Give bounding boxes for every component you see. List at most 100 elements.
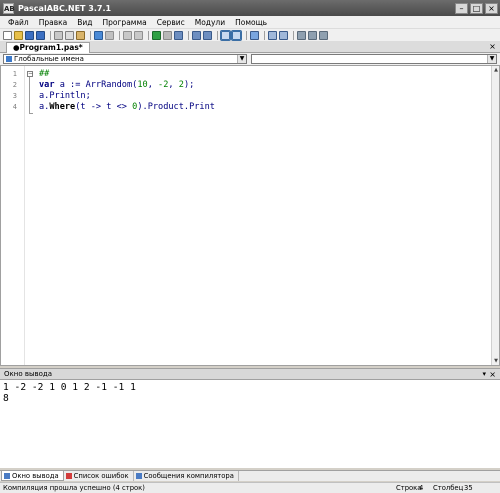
status-message: Компиляция прошла успешно (4 строк) [3,484,145,492]
format-icon[interactable] [250,30,259,40]
compiler-messages-icon [135,473,142,479]
chevron-down-icon[interactable]: ▼ [237,55,246,63]
output-window-icon [4,472,10,479]
menu-bar: Файл Правка Вид Программа Сервис Модули … [0,16,500,29]
minimize-button[interactable]: – [455,2,468,14]
row-label: Строка [396,484,422,492]
close-window-button[interactable]: × [485,2,498,14]
line-number: 4 [12,103,17,111]
menu-view[interactable]: Вид [72,16,97,29]
toolbar-separator [188,30,189,40]
step-into-icon[interactable] [203,30,212,40]
member-select[interactable]: ▼ [251,54,497,64]
code-line: ## [39,69,49,80]
tab-label: Сообщения компилятора [143,472,234,480]
tab-label: Список ошибок [73,472,129,480]
output-line: 8 [3,393,9,404]
options-icon[interactable] [297,30,306,40]
code-token: a. [39,102,50,112]
toolbar-separator [119,30,120,40]
editor-scrollbar[interactable]: ▲ ▼ [491,66,499,365]
toolbar [0,29,500,41]
app-logo-icon: AB [3,2,15,14]
form-designer-icon[interactable] [268,30,277,40]
error-list-icon [65,473,72,479]
maximize-button[interactable]: □ [470,2,483,14]
code-token: a.Println; [39,91,91,101]
toolbar-separator [217,30,218,40]
menu-help[interactable]: Помощь [230,16,272,29]
step-over-icon[interactable] [192,30,201,40]
open-folder-icon[interactable] [14,30,23,40]
output-panel-icon[interactable] [231,29,242,41]
code-template-icon[interactable] [279,30,288,40]
tab-compiler-messages[interactable]: Сообщения компилятора [134,471,239,481]
menu-tools[interactable]: Сервис [152,16,190,29]
scroll-down-icon[interactable]: ▼ [492,357,500,365]
code-token: var [39,80,55,90]
tab-program1[interactable]: ●Program1.pas* [6,42,90,53]
code-token: ); [183,80,195,90]
compile-icon[interactable] [174,30,183,40]
output-text-area[interactable]: 1 -2 -2 1 0 1 2 -1 -1 1 8 [0,380,500,468]
title-bar: AB PascalABC.NET 3.7.1 – □ × [0,0,500,16]
toolbar-separator [293,30,294,40]
bottom-tab-strip: Окно вывода Список ошибок Сообщения комп… [0,470,500,481]
window-icon[interactable] [308,30,317,40]
output-panel-header: Окно вывода ▾ × [0,368,500,380]
line-number: 3 [12,92,17,100]
stop-icon[interactable] [163,30,172,40]
replace-icon[interactable] [134,30,143,40]
code-token: ).Product.Print [137,102,215,112]
menu-program[interactable]: Программа [98,16,152,29]
window-title: PascalABC.NET 3.7.1 [18,3,112,13]
line-number-gutter: 1 2 3 4 [1,66,25,365]
code-token: , [168,80,179,90]
code-token: (t -> t <> [75,102,133,112]
run-icon[interactable] [152,30,161,40]
save-all-icon[interactable] [36,30,45,40]
editor-tab-strip: ●Program1.pas* × [0,41,500,53]
code-line: a.Where(t -> t <> 0).Product.Print [39,102,215,113]
tab-label: Окно вывода [12,471,59,480]
toolbar-separator [148,30,149,40]
menu-edit[interactable]: Правка [34,16,73,29]
pin-icon[interactable]: ▾ [482,370,486,379]
copy-icon[interactable] [65,30,74,40]
namespace-icon [6,56,12,62]
close-tab-icon[interactable]: × [488,42,497,51]
menu-modules[interactable]: Модули [190,16,230,29]
toolbar-separator [50,30,51,40]
new-file-icon[interactable] [3,30,12,40]
scroll-up-icon[interactable]: ▲ [492,66,500,74]
menu-file[interactable]: Файл [3,16,34,29]
cut-icon[interactable] [54,30,63,40]
navigation-bar: Глобальные имена ▼ ▼ [0,53,500,65]
tab-output-window[interactable]: Окно вывода [1,471,64,481]
find-icon[interactable] [123,30,132,40]
scope-select-value: Глобальные имена [14,55,84,63]
column-value: 35 [464,484,473,492]
fold-guide [29,77,30,114]
help-icon[interactable] [319,30,328,40]
collapse-icon[interactable]: − [27,71,33,77]
fold-margin: − [25,66,34,365]
save-icon[interactable] [25,30,34,40]
undo-icon[interactable] [94,30,103,40]
code-token: ## [39,69,50,79]
code-token: Where [49,102,76,112]
code-token: 10 [137,80,148,90]
paste-icon[interactable] [76,30,85,40]
scope-select[interactable]: Глобальные имена ▼ [3,54,247,64]
toolbar-separator [246,30,247,40]
code-editor[interactable]: 1 2 3 4 − ## var a := ArrRandom(10, -2, 2… [0,65,500,366]
status-bar: Компиляция прошла успешно (4 строк) Стро… [0,482,500,493]
output-line: 1 -2 -2 1 0 1 2 -1 -1 1 [3,382,136,393]
tab-error-list[interactable]: Список ошибок [64,471,134,481]
chevron-down-icon[interactable]: ▼ [487,55,496,63]
split-view-icon[interactable] [220,29,231,41]
redo-icon[interactable] [105,30,114,40]
close-icon[interactable]: × [489,370,496,379]
code-line: a.Println; [39,91,91,102]
code-token: -2 [158,80,169,90]
